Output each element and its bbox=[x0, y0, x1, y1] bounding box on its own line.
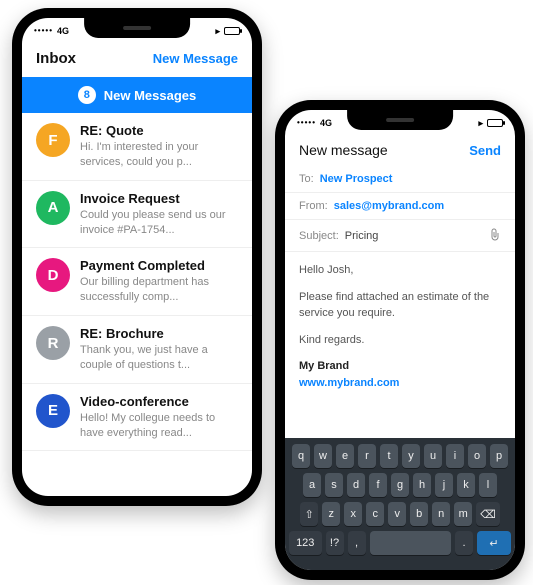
message-preview: Hi. I'm interested in your services, cou… bbox=[80, 140, 238, 170]
from-value: sales@mybrand.com bbox=[334, 200, 444, 212]
message-preview: Could you please send us our invoice #PA… bbox=[80, 208, 238, 238]
key-e[interactable]: e bbox=[336, 444, 354, 468]
subject-label: Subject: bbox=[299, 230, 339, 242]
message-subject: RE: Brochure bbox=[80, 326, 238, 341]
key-x[interactable]: x bbox=[344, 502, 362, 526]
message-subject: Invoice Request bbox=[80, 191, 238, 206]
page-title: New message bbox=[299, 142, 388, 158]
phone-inbox: ••••• 4G ▸ Inbox New Message 8 New Messa… bbox=[12, 8, 262, 506]
new-count-badge: 8 bbox=[78, 86, 96, 104]
key-[interactable]: ↵ bbox=[477, 531, 511, 555]
key-s[interactable]: s bbox=[325, 473, 343, 497]
key-i[interactable]: i bbox=[446, 444, 464, 468]
key-j[interactable]: j bbox=[435, 473, 453, 497]
signature-url[interactable]: www.mybrand.com bbox=[299, 377, 399, 389]
signature-brand: My Brand bbox=[299, 360, 349, 372]
battery-icon bbox=[224, 27, 240, 35]
subject-value: Pricing bbox=[345, 230, 379, 242]
keyboard-row-4: 123!?, .↵ bbox=[289, 531, 511, 555]
signal-dots-icon: ••••• bbox=[34, 27, 53, 35]
to-label: To: bbox=[299, 173, 314, 185]
avatar: E bbox=[36, 394, 70, 428]
new-messages-banner[interactable]: 8 New Messages bbox=[22, 77, 252, 113]
phone-compose-screen: ••••• 4G ▸ New message Send To: New Pros… bbox=[285, 110, 515, 570]
avatar: F bbox=[36, 123, 70, 157]
key-h[interactable]: h bbox=[413, 473, 431, 497]
keyboard-row-1: qwertyuiop bbox=[289, 444, 511, 468]
body-greeting: Hello Josh, bbox=[299, 262, 501, 279]
key-z[interactable]: z bbox=[322, 502, 340, 526]
message-preview: Hello! My collegue needs to have everyth… bbox=[80, 411, 238, 441]
key-r[interactable]: r bbox=[358, 444, 376, 468]
from-label: From: bbox=[299, 200, 328, 212]
battery-icon bbox=[487, 119, 503, 127]
key-[interactable]: . bbox=[455, 531, 473, 555]
list-item[interactable]: F RE: Quote Hi. I'm interested in your s… bbox=[22, 113, 252, 181]
message-subject: RE: Quote bbox=[80, 123, 238, 138]
key-f[interactable]: f bbox=[369, 473, 387, 497]
body-closing: Kind regards. bbox=[299, 332, 501, 349]
key-t[interactable]: t bbox=[380, 444, 398, 468]
signal-label: 4G bbox=[57, 26, 69, 36]
phone-inbox-screen: ••••• 4G ▸ Inbox New Message 8 New Messa… bbox=[22, 18, 252, 496]
key-k[interactable]: k bbox=[457, 473, 475, 497]
signal-dots-icon: ••••• bbox=[297, 119, 316, 127]
key-[interactable] bbox=[370, 531, 452, 555]
key-b[interactable]: b bbox=[410, 502, 428, 526]
key-w[interactable]: w bbox=[314, 444, 332, 468]
from-field[interactable]: From: sales@mybrand.com bbox=[285, 193, 515, 220]
list-item[interactable]: D Payment Completed Our billing departme… bbox=[22, 248, 252, 316]
notch bbox=[84, 18, 190, 38]
attachment-icon[interactable] bbox=[489, 227, 501, 244]
message-preview: Thank you, we just have a couple of ques… bbox=[80, 343, 238, 373]
key-a[interactable]: a bbox=[303, 473, 321, 497]
inbox-list: F RE: Quote Hi. I'm interested in your s… bbox=[22, 113, 252, 451]
key-y[interactable]: y bbox=[402, 444, 420, 468]
notch bbox=[347, 110, 453, 130]
wifi-icon: ▸ bbox=[478, 118, 483, 129]
message-body[interactable]: Hello Josh, Please find attached an esti… bbox=[285, 252, 515, 411]
key-c[interactable]: c bbox=[366, 502, 384, 526]
key-p[interactable]: p bbox=[490, 444, 508, 468]
wifi-icon: ▸ bbox=[215, 26, 220, 37]
key-u[interactable]: u bbox=[424, 444, 442, 468]
signal-label: 4G bbox=[320, 118, 332, 128]
page-title: Inbox bbox=[36, 50, 76, 67]
new-message-button[interactable]: New Message bbox=[153, 51, 238, 66]
key-g[interactable]: g bbox=[391, 473, 409, 497]
keyboard-row-3: ⇧zxcvbnm⌫ bbox=[289, 502, 511, 526]
list-item[interactable]: R RE: Brochure Thank you, we just have a… bbox=[22, 316, 252, 384]
key-123[interactable]: 123 bbox=[289, 531, 322, 555]
message-preview: Our billing department has successfully … bbox=[80, 275, 238, 305]
list-item[interactable]: E Video-conference Hello! My collegue ne… bbox=[22, 384, 252, 452]
keyboard: qwertyuiop asdfghjkl ⇧zxcvbnm⌫ 123!?, .↵ bbox=[285, 438, 515, 570]
to-value: New Prospect bbox=[320, 173, 393, 185]
key-v[interactable]: v bbox=[388, 502, 406, 526]
key-m[interactable]: m bbox=[454, 502, 472, 526]
banner-label: New Messages bbox=[104, 88, 197, 103]
message-subject: Video-conference bbox=[80, 394, 238, 409]
avatar: D bbox=[36, 258, 70, 292]
to-field[interactable]: To: New Prospect bbox=[285, 166, 515, 193]
key-d[interactable]: d bbox=[347, 473, 365, 497]
list-item[interactable]: A Invoice Request Could you please send … bbox=[22, 181, 252, 249]
keyboard-row-2: asdfghjkl bbox=[289, 473, 511, 497]
key-[interactable]: , bbox=[348, 531, 366, 555]
subject-field[interactable]: Subject: Pricing bbox=[285, 220, 515, 252]
key-o[interactable]: o bbox=[468, 444, 486, 468]
inbox-header: Inbox New Message bbox=[22, 44, 252, 77]
key-[interactable]: ⌫ bbox=[476, 502, 500, 526]
send-button[interactable]: Send bbox=[469, 143, 501, 158]
key-l[interactable]: l bbox=[479, 473, 497, 497]
avatar: A bbox=[36, 191, 70, 225]
body-main: Please find attached an estimate of the … bbox=[299, 289, 501, 322]
key-q[interactable]: q bbox=[292, 444, 310, 468]
key-[interactable]: !? bbox=[326, 531, 344, 555]
avatar: R bbox=[36, 326, 70, 360]
compose-header: New message Send bbox=[285, 136, 515, 166]
phone-compose: ••••• 4G ▸ New message Send To: New Pros… bbox=[275, 100, 525, 580]
key-[interactable]: ⇧ bbox=[300, 502, 318, 526]
key-n[interactable]: n bbox=[432, 502, 450, 526]
message-subject: Payment Completed bbox=[80, 258, 238, 273]
